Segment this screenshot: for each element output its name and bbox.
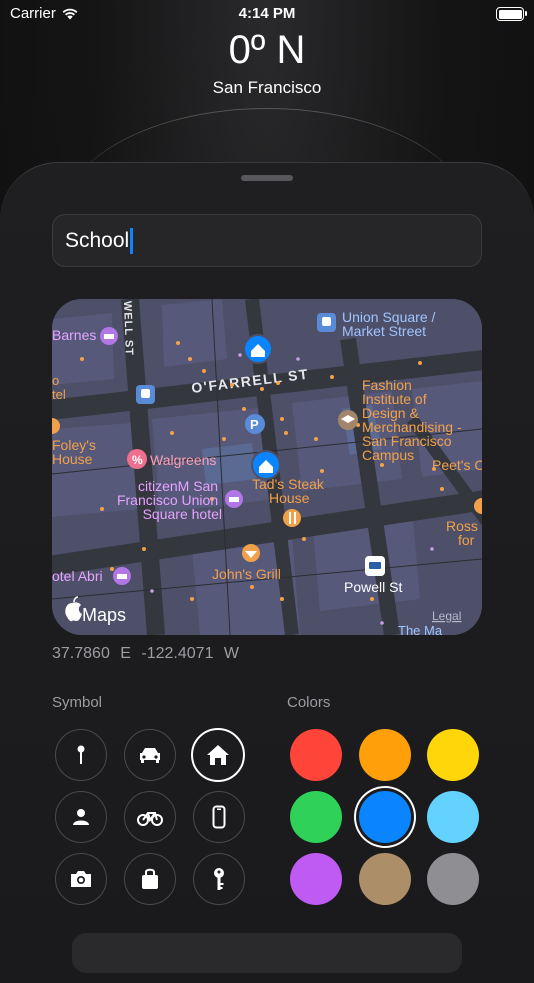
compass-heading: 0º N (228, 28, 306, 72)
symbol-pin-button[interactable] (55, 729, 107, 781)
key-icon (214, 868, 224, 890)
svg-text:P: P (250, 417, 259, 432)
svg-text:House: House (52, 451, 93, 467)
location-pin-secondary[interactable] (243, 334, 273, 364)
street-label-well: WELL ST (121, 301, 135, 356)
map-view[interactable]: O'FARRELL ST WELL ST Union Square / Mark… (52, 299, 482, 635)
location-name-value[interactable]: School (65, 229, 129, 253)
symbol-person-button[interactable] (55, 791, 107, 843)
car-icon (140, 748, 160, 763)
poi-walgreens[interactable]: % Walgreens (127, 449, 216, 469)
svg-text:%: % (132, 453, 143, 467)
symbol-phone-button[interactable] (193, 791, 245, 843)
sheet-grabber[interactable] (241, 175, 293, 181)
svg-text:John's Grill: John's Grill (212, 566, 281, 582)
poi-hotel-abri[interactable]: otel Abri (52, 567, 131, 585)
svg-text:WELL ST: WELL ST (121, 301, 135, 356)
color-swatch-purple[interactable] (290, 853, 342, 905)
svg-text:Powell St: Powell St (344, 579, 402, 595)
svg-text:tel: tel (52, 387, 66, 402)
svg-text:o: o (52, 373, 59, 388)
house-icon (207, 745, 229, 765)
svg-text:Market Street: Market Street (342, 323, 426, 339)
colors-section-label: Colors (287, 694, 331, 711)
color-swatch-blue[interactable] (359, 791, 411, 843)
coordinates-readout: 37.7860 E -122.4071 W (52, 645, 240, 662)
svg-text:Walgreens: Walgreens (150, 452, 216, 468)
transit-icon[interactable] (136, 385, 155, 404)
city-name: San Francisco (212, 78, 322, 97)
bottom-action-bar[interactable] (72, 933, 462, 973)
poi-barnes[interactable]: Barnes (52, 327, 118, 345)
color-swatch-gray[interactable] (427, 853, 479, 905)
clock: 4:14 PM (238, 5, 296, 22)
symbol-section-label: Symbol (52, 694, 103, 711)
symbol-key-button[interactable] (193, 853, 245, 905)
symbol-house-button[interactable] (191, 728, 245, 782)
color-swatch-yellow[interactable] (427, 729, 479, 781)
person-icon (73, 809, 89, 825)
color-swatch-orange[interactable] (359, 729, 411, 781)
symbol-bag-button[interactable] (124, 853, 176, 905)
text-caret (130, 227, 133, 254)
svg-text:Peet's C: Peet's C (432, 457, 482, 473)
phone-icon (212, 805, 226, 829)
svg-text:Barnes: Barnes (52, 327, 96, 343)
svg-text:Maps: Maps (82, 605, 126, 625)
symbol-bicycle-button[interactable] (124, 791, 176, 843)
map-label-partial: The Ma (398, 623, 443, 635)
bicycle-icon (137, 812, 163, 826)
pin-icon (77, 745, 85, 764)
svg-text:House: House (269, 490, 310, 506)
symbol-camera-button[interactable] (55, 853, 107, 905)
location-pin-selected[interactable] (251, 450, 281, 480)
color-swatch-brown[interactable] (359, 853, 411, 905)
location-name-field[interactable]: School (52, 214, 482, 267)
status-bar: Carrier 4:14 PM (0, 0, 534, 28)
color-swatch-cyan[interactable] (427, 791, 479, 843)
color-swatch-green[interactable] (290, 791, 342, 843)
battery-icon (496, 7, 527, 21)
svg-text:for: for (458, 532, 475, 548)
svg-text:otel Abri: otel Abri (52, 568, 103, 584)
bag-icon (142, 868, 158, 889)
parking-icon[interactable]: P (245, 414, 265, 434)
map-legal-link[interactable]: Legal (432, 609, 461, 623)
symbol-car-button[interactable] (124, 729, 176, 781)
camera-icon (71, 871, 91, 887)
color-swatch-red[interactable] (290, 729, 342, 781)
